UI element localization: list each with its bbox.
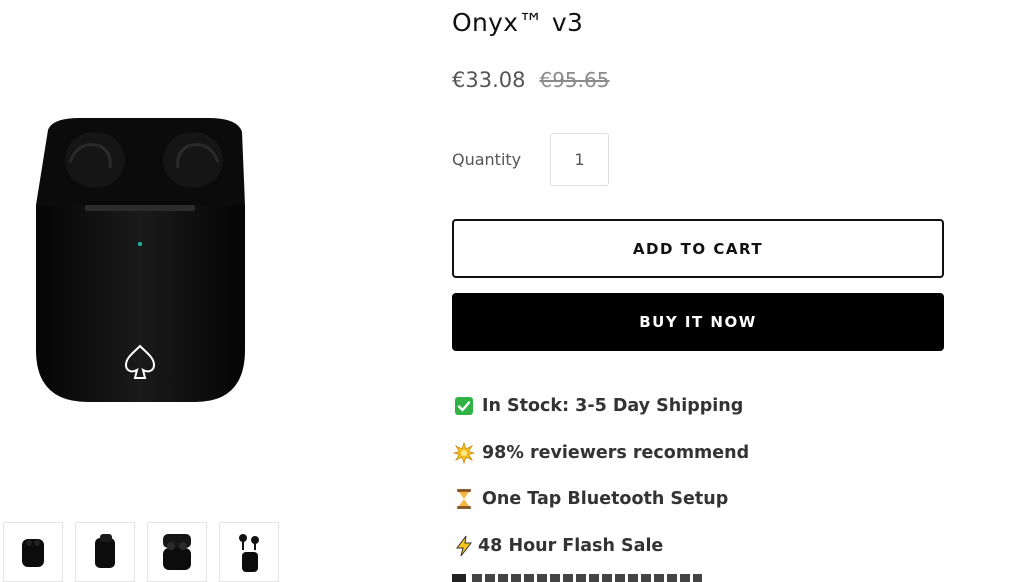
buy-now-button[interactable]: BUY IT NOW xyxy=(452,293,944,351)
lightning-bolt-icon xyxy=(452,535,476,557)
feature-item-reviews: 98% reviewers recommend xyxy=(452,430,749,477)
price-row: €33.08 €95.65 xyxy=(452,68,609,92)
feature-text: 98% reviewers recommend xyxy=(482,442,750,463)
thumbnail-strip xyxy=(3,522,279,582)
feature-item-stock: In Stock: 3-5 Day Shipping xyxy=(452,383,749,430)
sale-price: €33.08 xyxy=(452,68,526,92)
check-mark-icon xyxy=(452,395,476,417)
partial-text-bar xyxy=(472,574,702,582)
quantity-input[interactable] xyxy=(550,133,609,186)
feature-text: 48 Hour Flash Sale xyxy=(478,535,664,556)
quantity-label: Quantity xyxy=(452,150,522,169)
thumbnail-earbuds-out[interactable] xyxy=(219,522,279,582)
product-main-image xyxy=(0,80,290,440)
thumbnail-case-front[interactable] xyxy=(3,522,63,582)
product-title: Onyx™ v3 xyxy=(452,8,584,37)
feature-item-setup: One Tap Bluetooth Setup xyxy=(452,476,749,523)
partial-icon xyxy=(452,574,466,582)
add-to-cart-button[interactable]: ADD TO CART xyxy=(452,219,944,278)
compare-at-price: €95.65 xyxy=(539,68,610,92)
thumbnail-case-side[interactable] xyxy=(75,522,135,582)
hourglass-icon xyxy=(452,488,476,510)
feature-text: One Tap Bluetooth Setup xyxy=(482,489,729,510)
feature-item-cutoff xyxy=(452,574,712,582)
thumbnail-case-open[interactable] xyxy=(147,522,207,582)
feature-item-flash-sale: 48 Hour Flash Sale xyxy=(452,523,749,570)
feature-text: In Stock: 3-5 Day Shipping xyxy=(482,396,744,417)
sparkle-star-icon xyxy=(452,441,476,464)
feature-list: In Stock: 3-5 Day Shipping 98% reviewers… xyxy=(452,383,749,569)
